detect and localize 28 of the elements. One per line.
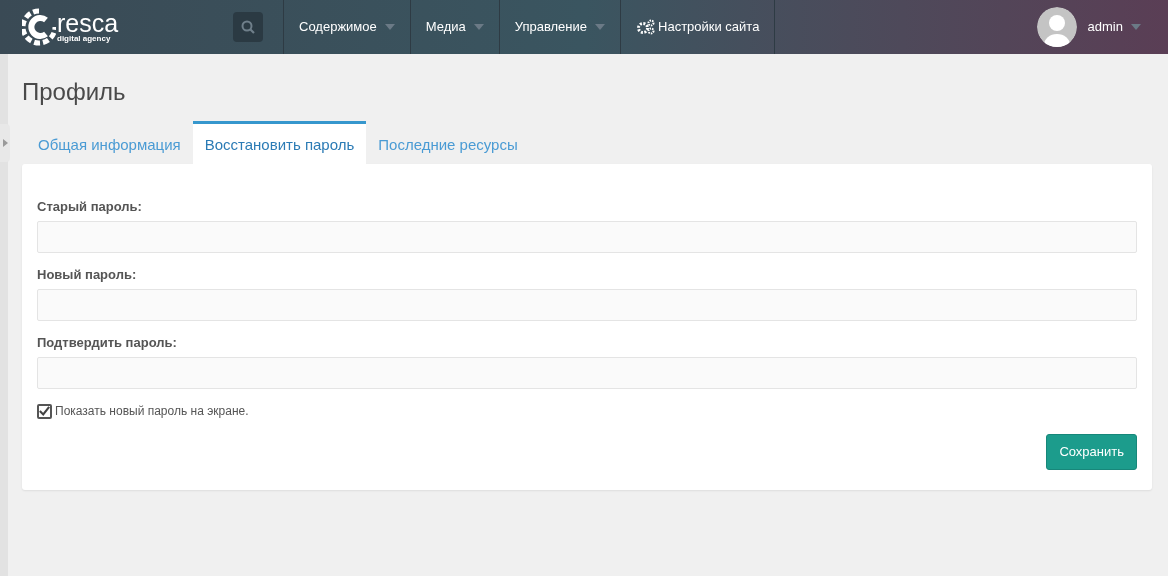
page-title: Профиль <box>22 78 127 106</box>
field-label: Старый пароль: <box>37 199 143 215</box>
search-button[interactable] <box>233 12 263 42</box>
search-icon <box>241 20 255 34</box>
avatar-icon <box>1036 7 1077 47</box>
caret-icon <box>384 24 395 30</box>
logo-name: resca <box>57 11 119 35</box>
caret-icon <box>2 139 8 147</box>
nav-menu-item[interactable]: Настройки сайта <box>621 0 776 54</box>
checkbox[interactable] <box>37 403 52 419</box>
caret-icon <box>595 24 605 30</box>
field-label: Новый пароль: <box>37 267 138 283</box>
logo-icon <box>22 8 56 46</box>
field-label: Подтвердить пароль: <box>37 335 178 351</box>
password-field[interactable] <box>37 221 1137 253</box>
sidebar-toggle[interactable] <box>0 124 10 162</box>
logo-tagline: digital agency <box>57 35 112 43</box>
nav-menu-item[interactable]: Медиа <box>410 0 500 54</box>
caret-icon <box>1131 24 1141 30</box>
nav-menu-item[interactable]: Управление <box>499 0 621 54</box>
gears-icon <box>636 19 656 35</box>
user-menu[interactable]: admin <box>1087 17 1141 37</box>
password-field[interactable] <box>37 357 1137 389</box>
caret-icon <box>473 24 484 30</box>
tab[interactable]: Восстановить пароль <box>192 121 367 164</box>
checkbox-label: Показать новый пароль на экране. <box>55 403 249 420</box>
nav-menu-item[interactable]: Содержимое <box>284 0 411 54</box>
password-field[interactable] <box>37 289 1137 321</box>
